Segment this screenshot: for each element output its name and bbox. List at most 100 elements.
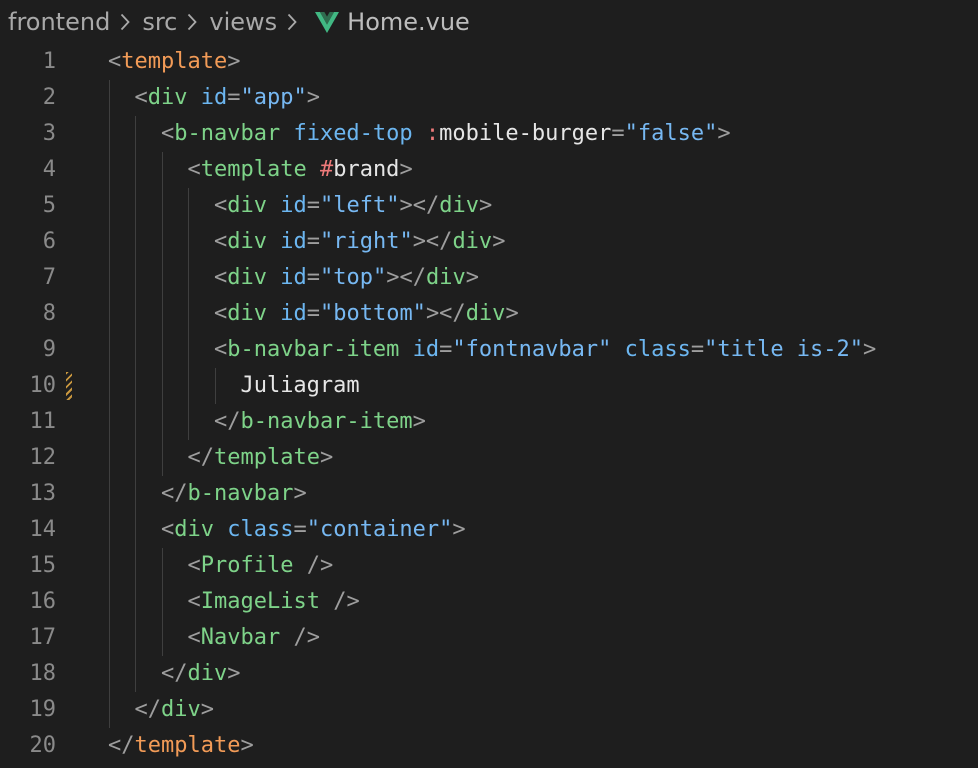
code-token: id xyxy=(280,301,307,326)
code-token: div xyxy=(227,301,267,326)
code-line[interactable]: 18 </div> xyxy=(0,656,978,692)
code-token: = xyxy=(611,121,625,146)
code-line[interactable]: 4 <template #brand> xyxy=(0,152,978,188)
code-token: # xyxy=(319,157,334,182)
code-token: /> xyxy=(333,589,360,614)
code-token: div xyxy=(465,301,506,326)
code-token: = xyxy=(227,85,241,110)
code-token: b-navbar xyxy=(174,121,281,146)
code-line[interactable]: 17 <Navbar /> xyxy=(0,620,978,656)
line-number: 20 xyxy=(29,733,57,758)
code-token: > xyxy=(240,733,254,758)
breadcrumb-item-frontend[interactable]: frontend xyxy=(8,8,110,36)
code-token: </ xyxy=(160,481,188,506)
line-number: 17 xyxy=(29,625,57,650)
code-editor[interactable]: 1 <template> 2 <div id="app"> 3 <b-navbar f… xyxy=(0,44,978,764)
code-token: brand xyxy=(333,157,400,182)
breadcrumb-file-name[interactable]: Home.vue xyxy=(347,8,470,36)
code-line[interactable]: 9 <b-navbar-item id="fontnavbar" class="… xyxy=(0,332,978,368)
code-text: <div id="right"></div> xyxy=(108,224,505,260)
indent-guide xyxy=(161,548,163,656)
code-token: < xyxy=(108,49,122,74)
code-token: > xyxy=(227,49,241,74)
code-token: > xyxy=(412,409,426,434)
code-token: ImageList xyxy=(200,589,320,614)
code-token: div xyxy=(439,193,479,218)
line-number: 1 xyxy=(42,49,56,74)
code-text: </template> xyxy=(108,440,333,476)
code-line[interactable]: 1 <template> xyxy=(0,44,978,80)
code-text: <div id="left"></div> xyxy=(108,188,492,224)
code-text: <template> xyxy=(108,44,240,80)
breadcrumb: frontend src views Home.vue xyxy=(8,6,470,38)
code-token: "left" xyxy=(319,193,400,218)
code-token: b-navbar-item xyxy=(227,337,400,362)
code-token: < xyxy=(213,229,228,254)
code-line[interactable]: 20 </template> xyxy=(0,728,978,764)
code-line[interactable]: 2 <div id="app"> xyxy=(0,80,978,116)
breadcrumb-item-src[interactable]: src xyxy=(142,8,177,36)
code-line[interactable]: 7 <div id="top"></div> xyxy=(0,260,978,296)
code-line[interactable]: 12 </template> xyxy=(0,440,978,476)
code-token: id xyxy=(280,193,307,218)
code-text: </b-navbar-item> xyxy=(108,404,426,440)
code-token: "app" xyxy=(240,85,307,110)
code-token: "container" xyxy=(306,517,453,542)
code-line[interactable]: 10 Juliagram xyxy=(0,368,978,404)
line-number: 10 xyxy=(29,373,57,398)
code-token: > xyxy=(505,301,519,326)
line-number: 3 xyxy=(42,121,56,146)
code-line[interactable]: 3 <b-navbar fixed-top :mobile-burger="fa… xyxy=(0,116,978,152)
code-token: "right" xyxy=(319,229,413,254)
code-token: < xyxy=(160,121,175,146)
code-token: "top" xyxy=(319,265,387,290)
code-line[interactable]: 11 </b-navbar-item> xyxy=(0,404,978,440)
code-line[interactable]: 13 </b-navbar> xyxy=(0,476,978,512)
breadcrumb-item-views[interactable]: views xyxy=(209,8,277,36)
line-number: 6 xyxy=(42,229,56,254)
code-token: > xyxy=(200,697,214,722)
line-number: 7 xyxy=(42,265,56,290)
code-text: <ImageList /> xyxy=(108,584,360,620)
line-number: 18 xyxy=(29,661,57,686)
indent-guide xyxy=(188,188,190,440)
code-token: < xyxy=(187,553,201,578)
code-line[interactable]: 5 <div id="left"></div> xyxy=(0,188,978,224)
code-line[interactable]: 14 <div class="container"> xyxy=(0,512,978,548)
code-token: id xyxy=(280,229,307,254)
code-line[interactable]: 8 <div id="bottom"></div> xyxy=(0,296,978,332)
code-token: > xyxy=(478,193,493,218)
code-text: <div class="container"> xyxy=(108,512,466,548)
code-text: </template> xyxy=(108,728,254,764)
code-token: Juliagram xyxy=(240,373,360,398)
code-line[interactable]: 19 </div> xyxy=(0,692,978,728)
code-token: b-navbar xyxy=(187,481,294,506)
code-token: < xyxy=(134,85,148,110)
code-line[interactable]: 16 <ImageList /> xyxy=(0,584,978,620)
code-token: fixed-top xyxy=(293,121,413,146)
code-line[interactable]: 15 <Profile /> xyxy=(0,548,978,584)
code-token: "title is-2" xyxy=(704,337,864,362)
code-token: id xyxy=(280,265,307,290)
code-token: </ xyxy=(160,661,188,686)
code-line[interactable]: 6 <div id="right"></div> xyxy=(0,224,978,260)
chevron-right-icon xyxy=(287,13,297,31)
code-token: > xyxy=(452,517,466,542)
